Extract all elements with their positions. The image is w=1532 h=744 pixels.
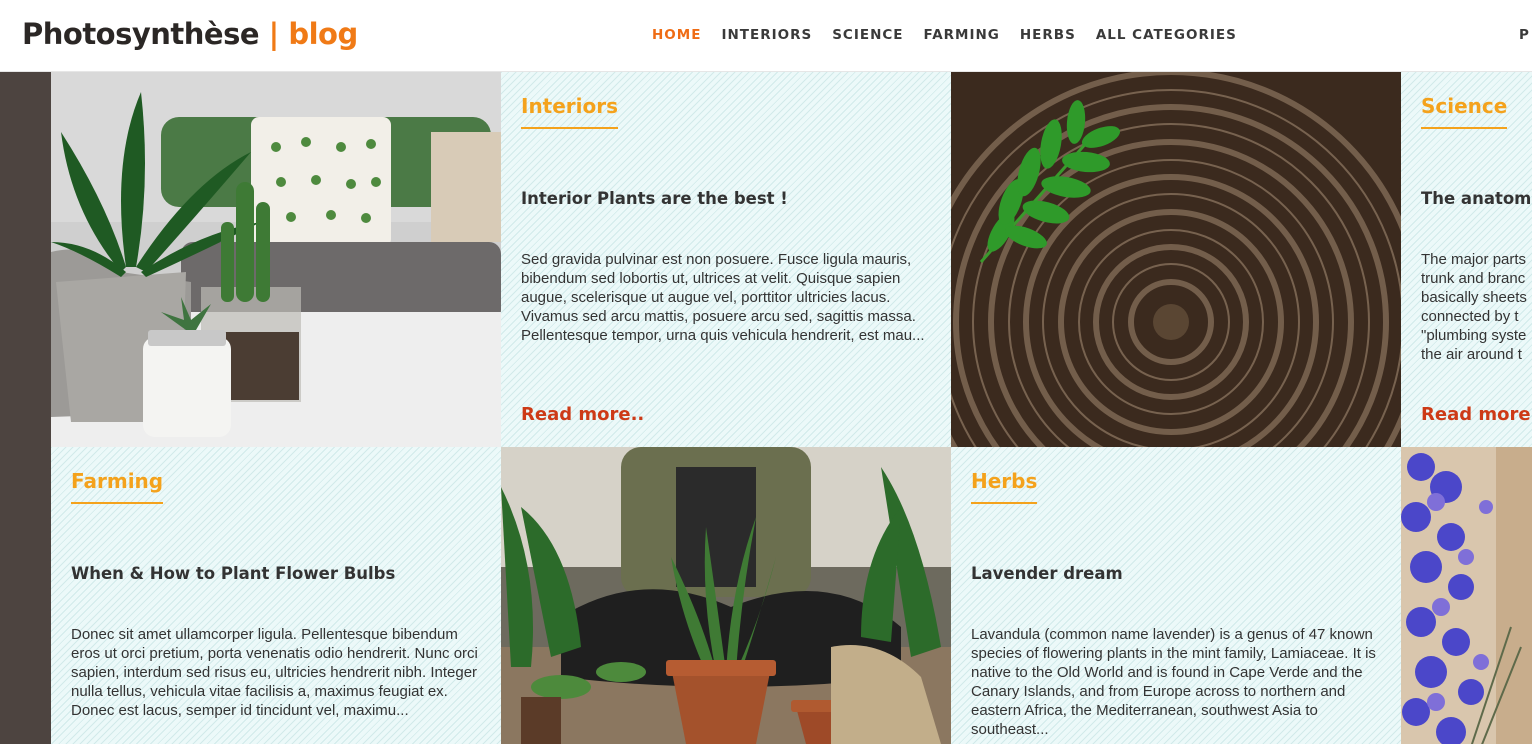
nav-home[interactable]: HOME — [652, 24, 701, 46]
read-more-link[interactable]: Read more — [1421, 402, 1531, 428]
tree-rings-photo — [951, 72, 1401, 447]
post-excerpt: Donec sit amet ullamcorper ligula. Pelle… — [71, 626, 478, 719]
post-category[interactable]: Science — [1421, 92, 1508, 129]
post-image-interiors[interactable] — [51, 72, 501, 447]
post-image-science[interactable] — [951, 72, 1401, 447]
nav-farming[interactable]: FARMING — [924, 24, 1000, 46]
lavender-photo — [1401, 447, 1532, 744]
nav-herbs[interactable]: HERBS — [1020, 24, 1076, 46]
brand-name: Photosynthèse — [22, 17, 260, 51]
interior-plants-photo — [51, 72, 501, 447]
post-card-interiors: Interiors Interior Plants are the best !… — [501, 72, 951, 447]
post-card-science: Science The anatom The major parts trunk… — [1401, 72, 1532, 447]
post-title[interactable]: When & How to Plant Flower Bulbs — [71, 563, 395, 585]
post-card-herbs: Herbs Lavender dream Lavandula (common n… — [951, 447, 1401, 744]
post-category[interactable]: Farming — [71, 467, 164, 504]
brand-separator: | — [268, 17, 280, 51]
nav-all-categories[interactable]: ALL CATEGORIES — [1096, 24, 1237, 46]
nav-interiors[interactable]: INTERIORS — [721, 24, 812, 46]
site-header: Photosynthèse | blog HOME INTERIORS SCIE… — [0, 0, 1532, 72]
post-category[interactable]: Herbs — [971, 467, 1038, 504]
left-sidebar-strip — [0, 72, 51, 744]
post-title[interactable]: Lavender dream — [971, 563, 1123, 585]
post-category[interactable]: Interiors — [521, 92, 619, 129]
post-image-herbs[interactable] — [1401, 447, 1532, 744]
post-image-farming[interactable] — [501, 447, 951, 744]
nav-item-clipped[interactable]: P — [1519, 24, 1529, 46]
post-excerpt: Sed gravida pulvinar est non posuere. Fu… — [521, 251, 925, 344]
main-nav: HOME INTERIORS SCIENCE FARMING HERBS ALL… — [652, 24, 1237, 46]
post-title[interactable]: The anatom — [1421, 188, 1531, 210]
brand-suffix: blog — [288, 17, 358, 51]
post-excerpt: The major parts trunk and branc basicall… — [1421, 251, 1527, 363]
post-excerpt: Lavandula (common name lavender) is a ge… — [971, 626, 1376, 738]
gardener-photo — [501, 447, 951, 744]
read-more-link[interactable]: Read more.. — [521, 402, 644, 428]
site-logo[interactable]: Photosynthèse | blog — [22, 14, 358, 54]
post-title[interactable]: Interior Plants are the best ! — [521, 188, 788, 210]
nav-science[interactable]: SCIENCE — [832, 24, 903, 46]
post-card-farming: Farming When & How to Plant Flower Bulbs… — [51, 447, 501, 744]
